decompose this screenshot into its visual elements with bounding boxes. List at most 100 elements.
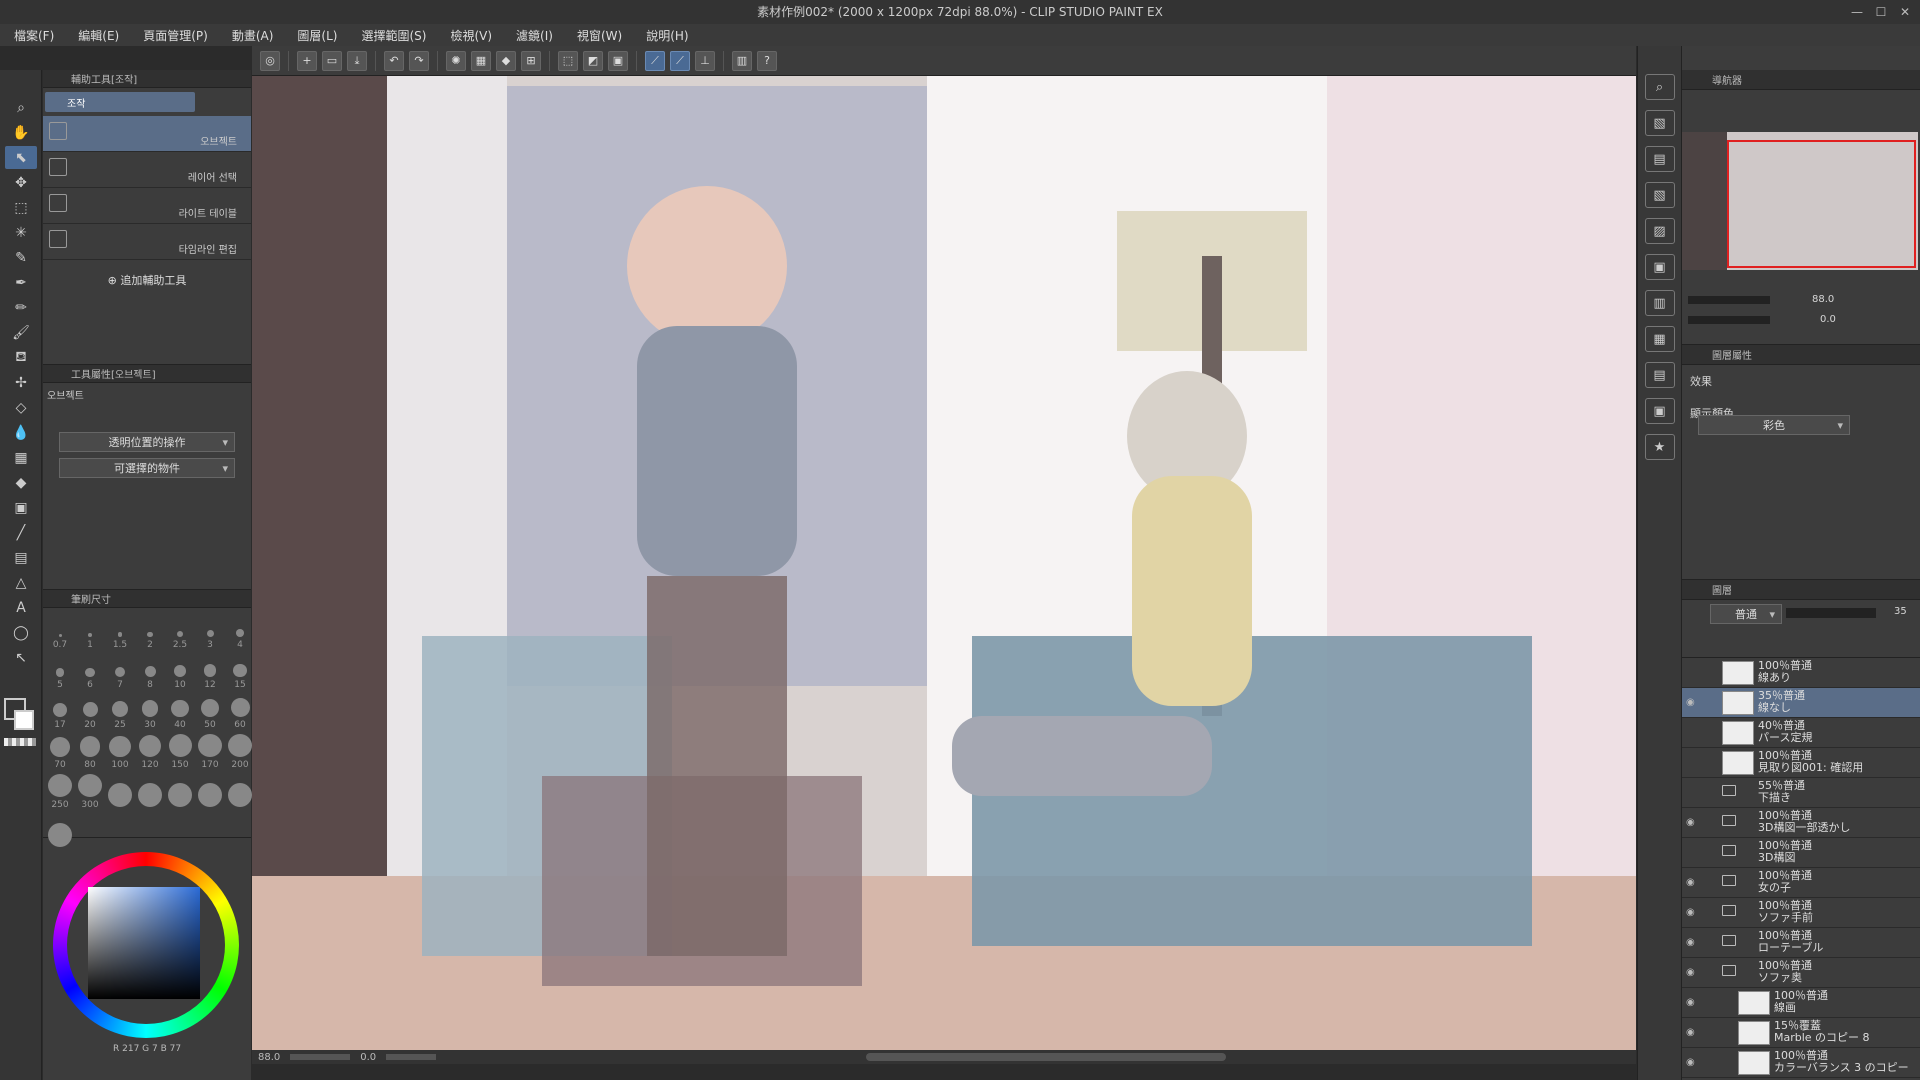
- ruler-tool-icon[interactable]: △: [5, 571, 37, 594]
- history-icon[interactable]: ▤: [1644, 362, 1675, 388]
- fill-tool-icon[interactable]: ◆: [5, 471, 37, 494]
- sub-tool-light-table[interactable]: 라이트 테이블: [43, 188, 251, 224]
- open-folder-icon[interactable]: ▭: [322, 50, 342, 71]
- brush-size-cell[interactable]: 5: [47, 654, 73, 690]
- menu-window[interactable]: 視窗(W): [577, 27, 622, 44]
- material-panel-icon[interactable]: ▧: [1644, 110, 1675, 136]
- clip-studio-icon[interactable]: ◎: [260, 50, 280, 71]
- snap-ruler-icon[interactable]: ⟋: [645, 50, 665, 71]
- menu-layer[interactable]: 圖層(L): [297, 27, 337, 44]
- layer-row[interactable]: ◉ 100％普通 カラーバランス 3 のコピー: [1682, 1048, 1920, 1078]
- brush-size-cell[interactable]: 60: [227, 694, 253, 730]
- brush-size-cell[interactable]: 20: [77, 694, 103, 730]
- maximize-button[interactable]: ☐: [1870, 0, 1892, 24]
- layer-row[interactable]: ◉ 100％普通 ソファ手前: [1682, 898, 1920, 928]
- brush-size-cell[interactable]: 250: [47, 774, 73, 810]
- rotate-slider[interactable]: [386, 1054, 437, 1060]
- brush-size-cell[interactable]: 4: [227, 614, 253, 650]
- mesh-tool-icon[interactable]: ▦: [5, 446, 37, 469]
- layer-row[interactable]: ◉ 35％普通 線なし: [1682, 688, 1920, 718]
- layer-row[interactable]: 40％普通 パース定規: [1682, 718, 1920, 748]
- sub-color-swatch[interactable]: [14, 710, 34, 730]
- brush-size-cell[interactable]: 0.7: [47, 614, 73, 650]
- folder-icon[interactable]: [1722, 845, 1736, 856]
- brush-size-cell[interactable]: 10: [167, 654, 193, 690]
- decoration-tool-icon[interactable]: ✢: [5, 371, 37, 394]
- help-icon[interactable]: ?: [757, 50, 777, 71]
- visibility-eye-icon[interactable]: [1686, 787, 1698, 797]
- folder-icon[interactable]: [1722, 785, 1736, 796]
- folder-icon[interactable]: [1722, 965, 1736, 976]
- navigator-tab[interactable]: 導航器: [1712, 72, 1742, 87]
- visibility-eye-icon[interactable]: [1686, 847, 1698, 857]
- visibility-eye-icon[interactable]: ◉: [1686, 997, 1698, 1008]
- visibility-eye-icon[interactable]: [1686, 667, 1698, 677]
- brush-size-cell[interactable]: 300: [77, 774, 103, 810]
- layer-property-tab[interactable]: 圖層屬性: [1712, 347, 1752, 362]
- brush-size-cell[interactable]: 40: [167, 694, 193, 730]
- layer-row[interactable]: ◉ 100％普通 女の子: [1682, 868, 1920, 898]
- brush-size-cell[interactable]: [167, 774, 193, 810]
- sub-tool-group-tab[interactable]: 조작: [45, 92, 195, 112]
- save-icon[interactable]: ⤓: [347, 50, 367, 71]
- move-layer-tool-icon[interactable]: ✥: [5, 171, 37, 194]
- brush-size-cell[interactable]: 200: [227, 734, 253, 770]
- sub-view-icon[interactable]: ▦: [1644, 326, 1675, 352]
- blend-tool-icon[interactable]: 💧: [5, 421, 37, 444]
- sub-tool-timeline-edit[interactable]: 타임라인 편집: [43, 224, 251, 260]
- menu-filter[interactable]: 濾鏡(I): [516, 27, 553, 44]
- brush-size-cell[interactable]: 2.5: [167, 614, 193, 650]
- navigator-zoom-slider[interactable]: [1688, 296, 1770, 304]
- eyedropper-tool-icon[interactable]: ✎: [5, 246, 37, 269]
- operation-tool-icon[interactable]: ⬉: [5, 146, 37, 169]
- balloon-tool-icon[interactable]: ◯: [5, 621, 37, 644]
- canvas-area[interactable]: [252, 76, 1636, 1050]
- clear-icon[interactable]: ▦: [471, 50, 491, 71]
- fill-icon[interactable]: ◆: [496, 50, 516, 71]
- undo-icon[interactable]: ↶: [384, 50, 404, 71]
- pen-tool-icon[interactable]: ✒: [5, 271, 37, 294]
- correct-line-tool-icon[interactable]: ↖: [5, 646, 37, 669]
- brush-size-cell[interactable]: 100: [107, 734, 133, 770]
- saturation-value-square[interactable]: [88, 887, 200, 999]
- layer-row[interactable]: ◉ 100％普通 線画: [1682, 988, 1920, 1018]
- layer-row[interactable]: 55％普通 下描き: [1682, 778, 1920, 808]
- brush-size-cell[interactable]: 170: [197, 734, 223, 770]
- blend-mode-dropdown[interactable]: 普通: [1710, 604, 1782, 624]
- folder-icon[interactable]: [1722, 935, 1736, 946]
- navigator-rotation-slider[interactable]: [1688, 316, 1770, 324]
- layer-row[interactable]: 100％普通 線あり: [1682, 658, 1920, 688]
- visibility-eye-icon[interactable]: ◉: [1686, 1057, 1698, 1068]
- gradient-tool-icon[interactable]: ▣: [5, 496, 37, 519]
- brush-size-cell[interactable]: 8: [137, 654, 163, 690]
- opacity-slider[interactable]: [1786, 608, 1876, 618]
- visibility-eye-icon[interactable]: ◉: [1686, 1027, 1698, 1038]
- invert-selection-icon[interactable]: ◩: [583, 50, 603, 71]
- brush-size-cell[interactable]: 120: [137, 734, 163, 770]
- layer-tab[interactable]: 圖層: [1712, 582, 1732, 597]
- menu-help[interactable]: 說明(H): [646, 27, 688, 44]
- zoom-slider[interactable]: [290, 1054, 351, 1060]
- layer-search-icon[interactable]: ▤: [1644, 146, 1675, 172]
- brush-size-cell[interactable]: [107, 774, 133, 810]
- reference-panel-icon[interactable]: ▥: [1644, 290, 1675, 316]
- layer-row[interactable]: 100％普通 3D構図: [1682, 838, 1920, 868]
- brush-size-cell[interactable]: 80: [77, 734, 103, 770]
- layer-row[interactable]: ◉ 100％普通 ソファ奥: [1682, 958, 1920, 988]
- menu-page[interactable]: 頁面管理(P): [143, 27, 208, 44]
- transparent-position-dropdown[interactable]: 透明位置的操作: [59, 432, 235, 452]
- menu-edit[interactable]: 編輯(E): [78, 27, 119, 44]
- brush-tool-icon[interactable]: 🖌: [5, 321, 37, 344]
- navigator-thumbnail[interactable]: [1682, 132, 1918, 270]
- visibility-eye-icon[interactable]: ◉: [1686, 817, 1698, 828]
- eraser-tool-icon[interactable]: ◇: [5, 396, 37, 419]
- search-icon[interactable]: ⌕: [1644, 74, 1675, 100]
- folder-icon[interactable]: [1722, 875, 1736, 886]
- item-bank-icon[interactable]: ▣: [1644, 254, 1675, 280]
- visibility-eye-icon[interactable]: ◉: [1686, 967, 1698, 978]
- visibility-eye-icon[interactable]: ◉: [1686, 877, 1698, 888]
- horizontal-scrollbar[interactable]: [866, 1053, 1227, 1061]
- deselect-icon[interactable]: ⬚: [558, 50, 578, 71]
- folder-icon[interactable]: [1722, 815, 1736, 826]
- menu-file[interactable]: 檔案(F): [14, 27, 54, 44]
